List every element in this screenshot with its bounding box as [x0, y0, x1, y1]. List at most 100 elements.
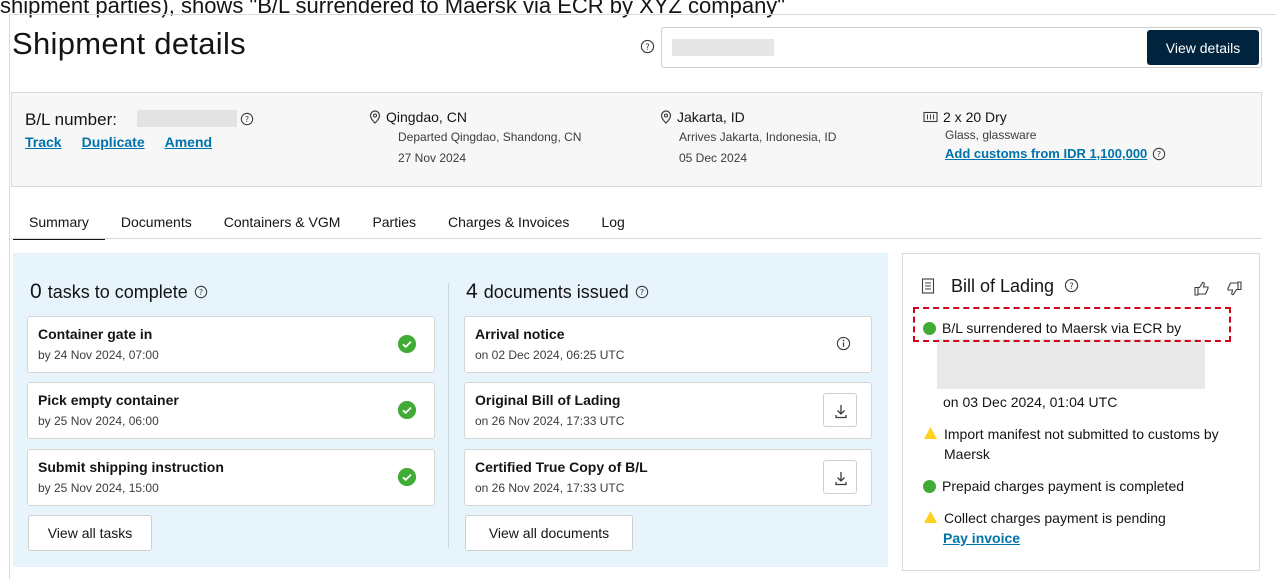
document-title: Certified True Copy of B/L — [475, 459, 648, 475]
help-icon[interactable]: ? — [194, 285, 208, 299]
view-all-tasks-button[interactable]: View all tasks — [28, 515, 152, 551]
redacted-bl-number — [137, 110, 237, 127]
column-divider — [448, 283, 449, 548]
redacted-party-name — [937, 339, 1205, 389]
highlight-annotation — [913, 307, 1231, 342]
tasks-count: 0 — [30, 280, 42, 303]
destination-block: Jakarta, ID Arrives Jakarta, Indonesia, … — [660, 107, 836, 169]
destination-status: Arrives Jakarta, Indonesia, ID — [679, 130, 837, 144]
svg-text:?: ? — [640, 288, 644, 297]
document-card[interactable]: Certified True Copy of B/L on 26 Nov 202… — [464, 449, 872, 506]
status-manifest: Import manifest not submitted to customs… — [923, 424, 1253, 464]
documents-title: documents issued — [483, 281, 629, 302]
document-date: on 26 Nov 2024, 17:33 UTC — [475, 414, 625, 428]
help-icon[interactable]: ? — [1152, 147, 1166, 161]
document-title: Arrival notice — [475, 326, 565, 342]
container-block: 2 x 20 Dry Glass, glassware Add customs … — [923, 107, 1166, 164]
commodity: Glass, glassware — [945, 128, 1037, 142]
status-text: Collect charges payment is pending — [944, 510, 1166, 526]
svg-text:?: ? — [245, 115, 249, 124]
destination-date: 05 Dec 2024 — [679, 151, 748, 165]
add-customs-link[interactable]: Add customs from IDR 1,100,000 — [945, 144, 1147, 164]
amend-link[interactable]: Amend — [165, 134, 212, 150]
tab-containers-vgm[interactable]: Containers & VGM — [208, 214, 357, 240]
view-details-button[interactable]: View details — [1147, 30, 1259, 65]
tab-log[interactable]: Log — [585, 214, 640, 240]
origin-date: 27 Nov 2024 — [398, 151, 467, 165]
redacted-value — [672, 39, 774, 56]
bl-action-links: Track Duplicate Amend — [25, 134, 232, 150]
status-collect: Collect charges payment is pending — [923, 508, 1166, 528]
status-text: Import manifest not submitted to customs… — [944, 426, 1219, 462]
tasks-title: tasks to complete — [47, 281, 188, 302]
location-pin-icon — [369, 110, 381, 124]
task-card[interactable]: Submit shipping instruction by 25 Nov 20… — [27, 449, 435, 506]
tasks-heading: 0 tasks to complete ? — [30, 280, 208, 304]
bill-of-lading-panel: Bill of Lading ? B/L surrendered to Maer… — [902, 253, 1260, 571]
help-icon[interactable]: ? — [240, 112, 254, 126]
document-title: Original Bill of Lading — [475, 392, 621, 408]
task-title: Container gate in — [38, 326, 153, 342]
destination-city: Jakarta, ID — [677, 109, 745, 125]
shipment-summary-card: B/L number: ? Track Duplicate Amend Qingda… — [11, 92, 1262, 187]
status-surrendered-date: on 03 Dec 2024, 01:04 UTC — [943, 394, 1118, 410]
duplicate-link[interactable]: Duplicate — [82, 134, 145, 150]
origin-block: Qingdao, CN Departed Qingdao, Shandong, … — [369, 107, 581, 169]
page-title: Shipment details — [12, 26, 246, 61]
tasks-documents-panel: 0 tasks to complete ? Container gate in … — [13, 253, 888, 567]
tab-bar: Summary Documents Containers & VGM Parti… — [13, 214, 641, 240]
task-due: by 25 Nov 2024, 06:00 — [38, 414, 159, 428]
task-card[interactable]: Container gate in by 24 Nov 2024, 07:00 — [27, 316, 435, 373]
document-date: on 02 Dec 2024, 06:25 UTC — [475, 348, 625, 362]
task-due: by 24 Nov 2024, 07:00 — [38, 348, 159, 362]
svg-text:?: ? — [645, 42, 649, 52]
download-button[interactable] — [823, 460, 857, 494]
warning-icon — [924, 511, 937, 523]
check-circle-icon — [923, 480, 936, 493]
download-icon — [835, 472, 847, 486]
tab-documents[interactable]: Documents — [105, 214, 208, 240]
origin-city: Qingdao, CN — [386, 109, 467, 125]
svg-text:?: ? — [1069, 281, 1073, 291]
container-type: 2 x 20 Dry — [943, 109, 1007, 125]
task-due: by 25 Nov 2024, 15:00 — [38, 481, 159, 495]
download-icon — [835, 405, 847, 419]
svg-text:?: ? — [1157, 150, 1161, 159]
help-icon[interactable]: ? — [635, 285, 649, 299]
thumbs-down-icon[interactable] — [1225, 281, 1242, 296]
documents-heading: 4 documents issued ? — [466, 280, 649, 304]
pay-invoice-row: Pay invoice — [943, 528, 1020, 548]
help-icon[interactable]: ? — [640, 39, 655, 54]
status-prepaid: Prepaid charges payment is completed — [923, 476, 1184, 496]
document-card[interactable]: Original Bill of Lading on 26 Nov 2024, … — [464, 382, 872, 439]
task-card[interactable]: Pick empty container by 25 Nov 2024, 06:… — [27, 382, 435, 439]
tab-divider — [11, 238, 1262, 239]
help-icon[interactable]: ? — [1064, 278, 1079, 293]
bill-of-lading-title: Bill of Lading — [951, 276, 1055, 296]
origin-status: Departed Qingdao, Shandong, CN — [398, 130, 582, 144]
container-icon — [923, 111, 938, 123]
check-circle-icon — [398, 335, 416, 353]
svg-text:?: ? — [199, 288, 203, 297]
location-pin-icon — [660, 110, 672, 124]
document-date: on 26 Nov 2024, 17:33 UTC — [475, 481, 625, 495]
tab-parties[interactable]: Parties — [356, 214, 432, 240]
pay-invoice-link[interactable]: Pay invoice — [943, 528, 1020, 548]
view-all-documents-button[interactable]: View all documents — [465, 515, 633, 551]
task-title: Submit shipping instruction — [38, 459, 224, 475]
status-text: Prepaid charges payment is completed — [942, 478, 1185, 494]
tab-charges-invoices[interactable]: Charges & Invoices — [432, 214, 585, 240]
info-icon[interactable] — [836, 336, 851, 351]
document-icon — [921, 278, 935, 294]
documents-count: 4 — [466, 280, 478, 303]
bl-number-label: B/L number: — [25, 110, 117, 129]
warning-icon — [924, 427, 937, 439]
document-card[interactable]: Arrival notice on 02 Dec 2024, 06:25 UTC — [464, 316, 872, 373]
check-circle-icon — [398, 468, 416, 486]
tab-summary[interactable]: Summary — [13, 214, 105, 240]
download-button[interactable] — [823, 393, 857, 427]
thumbs-up-icon[interactable] — [1194, 281, 1211, 296]
track-link[interactable]: Track — [25, 134, 62, 150]
task-title: Pick empty container — [38, 392, 179, 408]
check-circle-icon — [398, 401, 416, 419]
